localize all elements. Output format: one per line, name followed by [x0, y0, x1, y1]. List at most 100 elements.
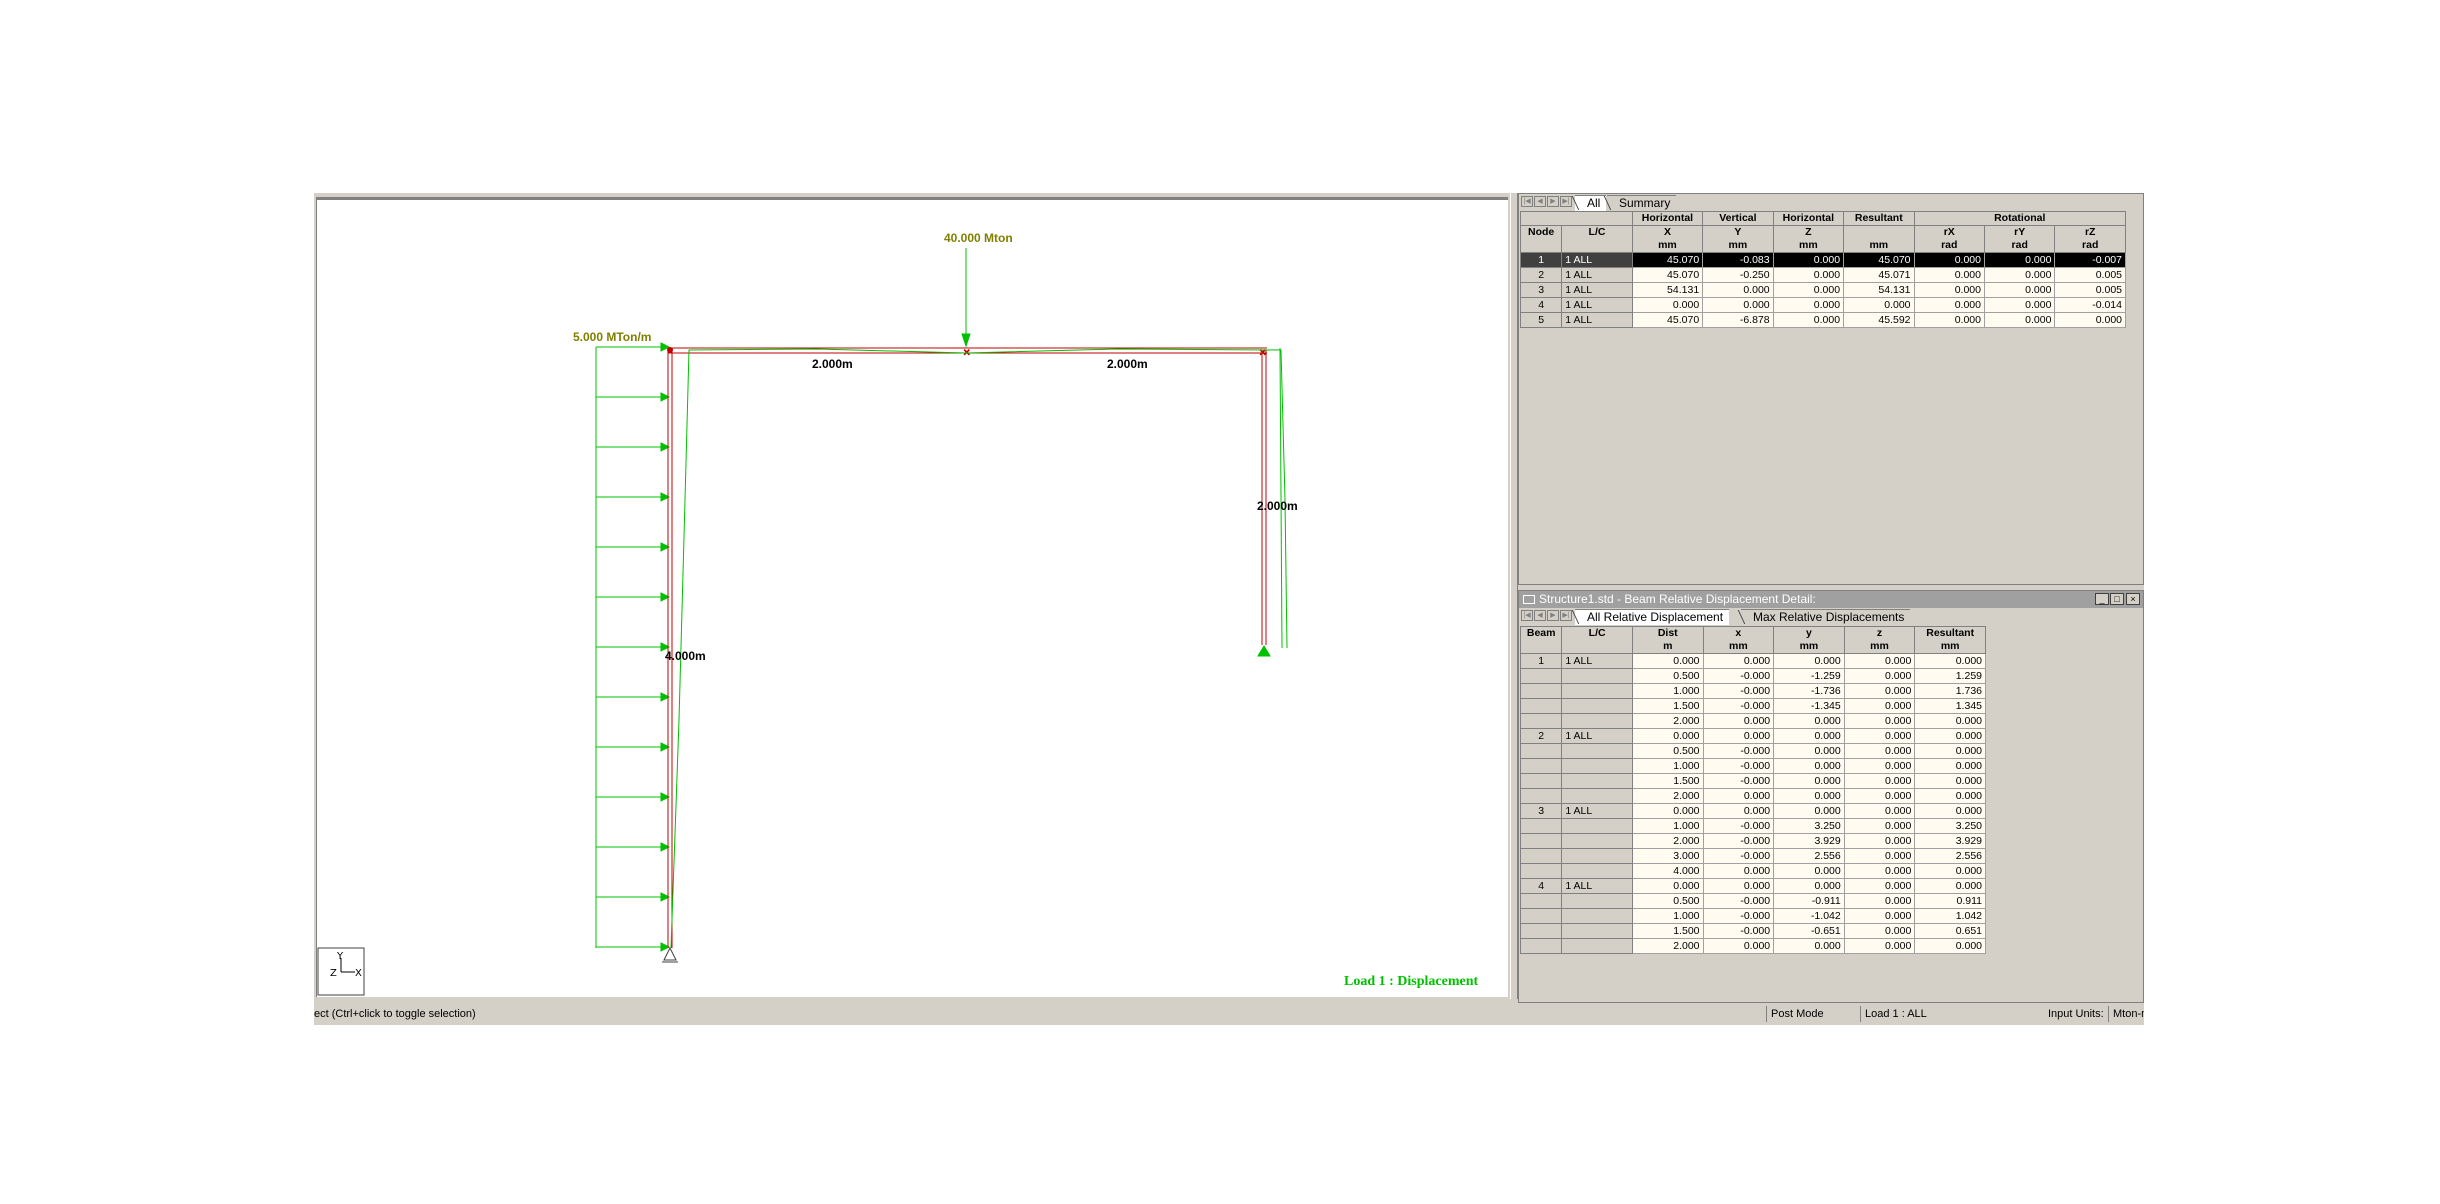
table-row[interactable]: 11 ALL 0.000 0.000 0.000 0.000 0.000 — [1519, 653, 1986, 669]
cell-z[interactable]: 0.000 — [1843, 713, 1916, 729]
cell-x[interactable]: 0.000 — [1702, 713, 1775, 729]
cell-z[interactable]: 0.000 — [1843, 758, 1916, 774]
cell-dist[interactable]: 0.000 — [1631, 803, 1704, 819]
cell-ry[interactable]: 0.000 — [1983, 252, 2056, 268]
cell-beam[interactable] — [1519, 758, 1563, 774]
cell-z[interactable]: 0.000 — [1843, 743, 1916, 759]
next-tab-button[interactable]: ▶ — [1547, 610, 1559, 621]
column-header-ry[interactable]: rY rad — [1983, 225, 2056, 253]
cell-z[interactable]: 0.000 — [1843, 668, 1916, 684]
table-row[interactable]: 1.500 -0.000 -0.651 0.000 0.651 — [1519, 923, 1986, 939]
table-row[interactable]: 0.500 -0.000 -0.911 0.000 0.911 — [1519, 893, 1986, 909]
cell-z[interactable]: 0.000 — [1843, 908, 1916, 924]
cell-rx[interactable]: 0.000 — [1913, 297, 1985, 313]
cell-x[interactable]: 0.000 — [1702, 878, 1775, 894]
cell-lc[interactable]: 1 ALL — [1561, 803, 1633, 819]
last-tab-button[interactable]: ▶| — [1560, 610, 1572, 621]
cell-dist[interactable]: 0.500 — [1631, 893, 1704, 909]
cell-rx[interactable]: 0.000 — [1913, 282, 1985, 298]
table-row[interactable]: 31 ALL 0.000 0.000 0.000 0.000 0.000 — [1519, 803, 1986, 819]
cell-dist[interactable]: 1.500 — [1631, 698, 1704, 714]
table-row[interactable]: 21 ALL 45.070 -0.250 0.000 45.071 0.000 0.000 0… — [1519, 267, 2126, 283]
cell-dist[interactable]: 2.000 — [1631, 713, 1704, 729]
cell-beam[interactable] — [1519, 893, 1563, 909]
cell-rz[interactable]: 0.005 — [2054, 282, 2126, 298]
tab-all[interactable]: All — [1575, 195, 1607, 211]
cell-rz[interactable]: 0.000 — [2054, 312, 2126, 328]
cell-lc[interactable]: 1 ALL — [1561, 297, 1633, 313]
cell-rz[interactable]: -0.007 — [2054, 252, 2126, 268]
cell-z[interactable]: 0.000 — [1843, 863, 1916, 879]
cell-y[interactable]: -6.878 — [1702, 312, 1774, 328]
cell-x[interactable]: 45.070 — [1631, 252, 1704, 268]
cell-y[interactable]: 0.000 — [1773, 758, 1845, 774]
cell-x[interactable]: 54.131 — [1631, 282, 1704, 298]
cell-lc[interactable]: 1 ALL — [1561, 878, 1633, 894]
cell-x[interactable]: -0.000 — [1702, 848, 1775, 864]
cell-dist[interactable]: 2.000 — [1631, 833, 1704, 849]
vertical-splitter[interactable] — [1510, 193, 1518, 999]
prev-tab-button[interactable]: ◀ — [1534, 610, 1546, 621]
cell-lc[interactable]: 1 ALL — [1561, 653, 1633, 669]
cell-z[interactable]: 0.000 — [1843, 683, 1916, 699]
cell-res[interactable]: 0.000 — [1914, 938, 1986, 954]
cell-y[interactable]: 0.000 — [1773, 863, 1845, 879]
table-row[interactable]: 2.000 0.000 0.000 0.000 0.000 — [1519, 713, 1986, 729]
tab-all-relative-displacement[interactable]: All Relative Displacement — [1575, 609, 1730, 625]
table-row[interactable]: 1.000 -0.000 -1.736 0.000 1.736 — [1519, 683, 1986, 699]
first-tab-button[interactable]: |◀ — [1521, 610, 1533, 621]
cell-y[interactable]: -1.259 — [1773, 668, 1845, 684]
cell-lc[interactable] — [1561, 683, 1633, 699]
cell-lc[interactable] — [1561, 698, 1633, 714]
cell-lc[interactable] — [1561, 713, 1633, 729]
cell-y[interactable]: 0.000 — [1773, 878, 1845, 894]
cell-res[interactable]: 0.000 — [1914, 788, 1986, 804]
cell-x[interactable]: 0.000 — [1702, 728, 1775, 744]
column-header-rz[interactable]: rZ rad — [2054, 225, 2126, 253]
cell-dist[interactable]: 1.500 — [1631, 923, 1704, 939]
cell-x[interactable]: 0.000 — [1702, 863, 1775, 879]
table-row[interactable]: 4.000 0.000 0.000 0.000 0.000 — [1519, 863, 1986, 879]
cell-res[interactable]: 0.000 — [1843, 297, 1915, 313]
cell-res[interactable]: 1.259 — [1914, 668, 1986, 684]
cell-x[interactable]: -0.000 — [1702, 893, 1775, 909]
column-header-resultant[interactable]: Resultant mm — [1914, 626, 1986, 654]
cell-y[interactable]: 2.556 — [1773, 848, 1845, 864]
cell-beam[interactable] — [1519, 863, 1563, 879]
cell-res[interactable]: 0.651 — [1914, 923, 1986, 939]
cell-ry[interactable]: 0.000 — [1983, 282, 2056, 298]
cell-ry[interactable]: 0.000 — [1983, 297, 2056, 313]
cell-lc[interactable] — [1561, 773, 1633, 789]
cell-beam[interactable]: 3 — [1519, 803, 1563, 819]
table-row[interactable]: 0.500 -0.000 -1.259 0.000 1.259 — [1519, 668, 1986, 684]
cell-z[interactable]: 0.000 — [1843, 848, 1916, 864]
table-row[interactable]: 41 ALL 0.000 0.000 0.000 0.000 0.000 0.000 -0.0… — [1519, 297, 2126, 313]
cell-dist[interactable]: 0.500 — [1631, 668, 1704, 684]
cell-node[interactable]: 5 — [1519, 312, 1563, 328]
cell-z[interactable]: 0.000 — [1843, 893, 1916, 909]
cell-lc[interactable] — [1561, 668, 1633, 684]
cell-lc[interactable] — [1561, 938, 1633, 954]
cell-dist[interactable]: 1.500 — [1631, 773, 1704, 789]
cell-y[interactable]: 0.000 — [1773, 938, 1845, 954]
cell-beam[interactable] — [1519, 698, 1563, 714]
cell-beam[interactable] — [1519, 773, 1563, 789]
cell-res[interactable]: 0.000 — [1914, 758, 1986, 774]
table-row[interactable]: 1.500 -0.000 -1.345 0.000 1.345 — [1519, 698, 1986, 714]
cell-dist[interactable]: 1.000 — [1631, 758, 1704, 774]
cell-beam[interactable] — [1519, 788, 1563, 804]
cell-beam[interactable] — [1519, 818, 1563, 834]
cell-dist[interactable]: 0.500 — [1631, 743, 1704, 759]
maximize-button[interactable]: □ — [2110, 593, 2124, 605]
column-header-x[interactable]: x mm — [1702, 626, 1775, 654]
cell-node[interactable]: 1 — [1519, 252, 1563, 268]
cell-y[interactable]: -0.651 — [1773, 923, 1845, 939]
cell-beam[interactable] — [1519, 938, 1563, 954]
cell-res[interactable]: 54.131 — [1843, 282, 1915, 298]
cell-dist[interactable]: 0.000 — [1631, 653, 1704, 669]
cell-z[interactable]: 0.000 — [1843, 878, 1916, 894]
cell-y[interactable]: 0.000 — [1773, 653, 1845, 669]
cell-z[interactable]: 0.000 — [1772, 312, 1845, 328]
tab-max-relative-displacements[interactable]: Max Relative Displacements — [1741, 609, 1911, 625]
cell-ry[interactable]: 0.000 — [1983, 312, 2056, 328]
